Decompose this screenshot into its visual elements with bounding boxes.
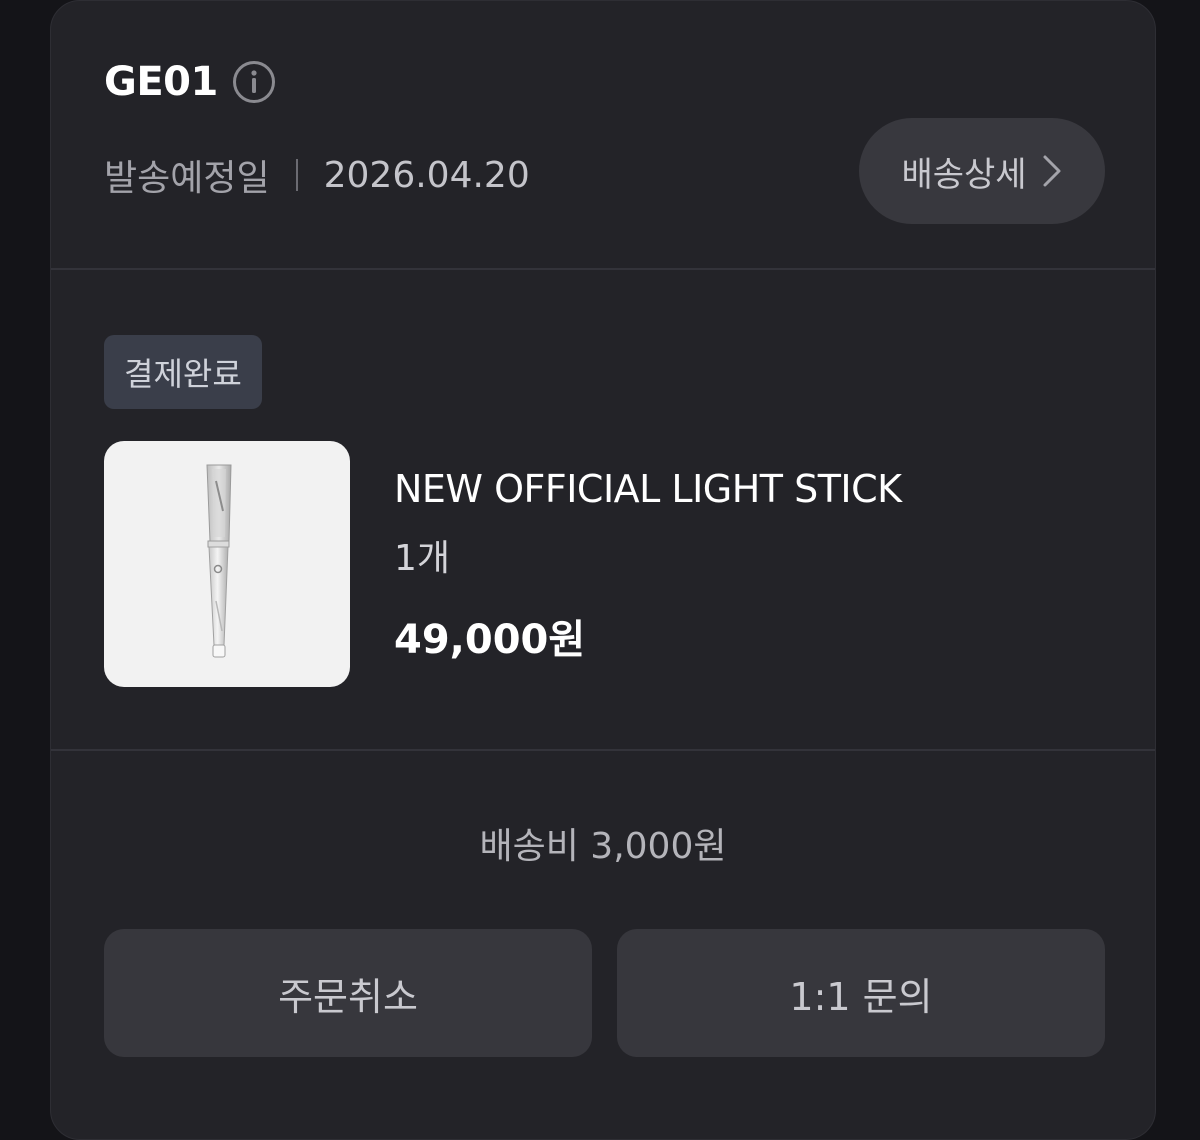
inquiry-button[interactable]: 1:1 문의 — [617, 929, 1105, 1057]
product-name: NEW OFFICIAL LIGHT STICK — [394, 467, 902, 511]
inquiry-label: 1:1 문의 — [789, 974, 933, 1019]
ship-date-separator — [295, 159, 298, 191]
shipping-detail-label: 배송상세 — [901, 154, 1027, 195]
section-divider — [51, 268, 1155, 270]
info-icon[interactable] — [232, 60, 276, 104]
product-quantity: 1개 — [394, 538, 451, 579]
ship-date-row: 발송예정일 2026.04.20 — [104, 149, 530, 201]
order-id: GE01 — [104, 59, 218, 105]
cancel-order-button[interactable]: 주문취소 — [104, 929, 592, 1057]
product-thumbnail[interactable] — [104, 441, 350, 687]
product-price: 49,000원 — [394, 617, 586, 663]
shipping-detail-button[interactable]: 배송상세 — [859, 118, 1105, 224]
cancel-order-label: 주문취소 — [278, 974, 418, 1019]
ship-date-value: 2026.04.20 — [323, 154, 530, 196]
ship-date-label: 발송예정일 — [104, 158, 270, 199]
order-header: GE01 — [104, 59, 276, 105]
chevron-right-icon — [1043, 155, 1061, 187]
status-badge: 결제완료 — [104, 335, 262, 409]
order-card: GE01 발송예정일 2026.04.20 배송상세 결제완료 NEW OFFI… — [50, 0, 1156, 1140]
light-stick-image — [206, 464, 232, 658]
shipping-fee: 배송비 3,000원 — [479, 826, 727, 867]
section-divider — [51, 749, 1155, 751]
